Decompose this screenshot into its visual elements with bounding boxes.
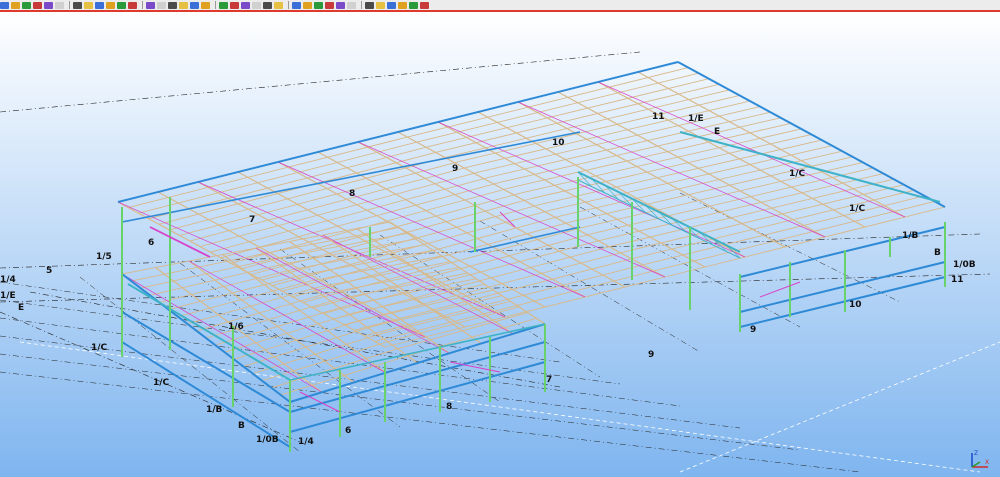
- 3d-viewport[interactable]: 11 1/E E 10 9 8 7 6 1/5 5 1/C 1/C 1/B B …: [0, 12, 1000, 477]
- grid-label: B: [238, 421, 245, 431]
- support-icon[interactable]: [117, 1, 126, 9]
- grid-label: 8: [446, 402, 452, 412]
- report-icon[interactable]: [376, 1, 385, 9]
- line-icon[interactable]: [11, 1, 20, 9]
- view-xy-icon[interactable]: [292, 1, 301, 9]
- help-icon[interactable]: [420, 1, 429, 9]
- grid-label: 6: [148, 238, 154, 248]
- grid-label: 6: [345, 426, 351, 436]
- toolbar-separator: [69, 1, 70, 9]
- bar-icon[interactable]: [106, 1, 115, 9]
- render-icon[interactable]: [336, 1, 345, 9]
- grid-icon[interactable]: [73, 1, 82, 9]
- grid-label: B: [934, 248, 941, 258]
- toolbar-separator: [288, 1, 289, 9]
- view-xz-icon[interactable]: [303, 1, 312, 9]
- section-icon[interactable]: [146, 1, 155, 9]
- grid-label: 1/4: [298, 437, 314, 447]
- grid-label: E: [18, 303, 24, 313]
- axis-gizmo: Z X: [971, 450, 989, 468]
- toolbar-separator: [142, 1, 143, 9]
- undo-icon[interactable]: [219, 1, 228, 9]
- z-axis-label: Z: [974, 450, 978, 457]
- export-icon[interactable]: [398, 1, 407, 9]
- grid-label: 1/6: [228, 322, 244, 332]
- node-icon[interactable]: [95, 1, 104, 9]
- view-yz-icon[interactable]: [314, 1, 323, 9]
- grid-label: 9: [648, 350, 654, 360]
- cut-icon[interactable]: [179, 1, 188, 9]
- paste-icon[interactable]: [201, 1, 210, 9]
- grid-label: 1/C: [789, 169, 806, 179]
- grid-label: 1/B: [206, 405, 223, 415]
- main-toolbar: [0, 0, 1000, 12]
- binoculars-icon[interactable]: [55, 1, 64, 9]
- grid-label: 1/4: [0, 275, 16, 285]
- arrow-icon[interactable]: [22, 1, 31, 9]
- grid-label: 10: [849, 300, 862, 310]
- grid-label: 11: [652, 112, 665, 122]
- copy-icon[interactable]: [190, 1, 199, 9]
- rotate-icon[interactable]: [263, 1, 272, 9]
- settings-icon[interactable]: [409, 1, 418, 9]
- view-3d-icon[interactable]: [274, 1, 283, 9]
- grid-label: 1/C: [91, 343, 108, 353]
- grid-label: 11: [951, 275, 964, 285]
- pen-icon[interactable]: [33, 1, 42, 9]
- eraser-icon[interactable]: [44, 1, 53, 9]
- grid-label: 10: [552, 138, 565, 148]
- grid-label: 5: [46, 266, 52, 276]
- grid-label: 1/E: [688, 114, 704, 124]
- grid-label: 9: [750, 325, 756, 335]
- x-axis-label: X: [985, 459, 989, 466]
- snap-icon[interactable]: [84, 1, 93, 9]
- grid-label: 1/0B: [953, 260, 976, 270]
- grid-label: 9: [452, 164, 458, 174]
- grid-label: 8: [349, 189, 355, 199]
- toolbar-separator: [215, 1, 216, 9]
- pan-icon[interactable]: [252, 1, 261, 9]
- release-icon[interactable]: [157, 1, 166, 9]
- calc-icon[interactable]: [347, 1, 356, 9]
- grid-label: 1/E: [0, 291, 16, 301]
- print-icon[interactable]: [387, 1, 396, 9]
- display-icon[interactable]: [325, 1, 334, 9]
- redo-icon[interactable]: [230, 1, 239, 9]
- select-icon[interactable]: [0, 1, 9, 9]
- structure-model-view[interactable]: 11 1/E E 10 9 8 7 6 1/5 5 1/C 1/C 1/B B …: [0, 12, 1000, 477]
- toolbar-separator: [361, 1, 362, 9]
- offset-icon[interactable]: [168, 1, 177, 9]
- grid-label: 1/C: [849, 204, 866, 214]
- grid-label: 1/5: [96, 252, 112, 262]
- grid-label: 1/C: [153, 378, 170, 388]
- load-icon[interactable]: [128, 1, 137, 9]
- grid-label: E: [714, 127, 720, 137]
- grid-label: 7: [546, 375, 552, 385]
- grid-label: 1/B: [902, 231, 919, 241]
- zoom-icon[interactable]: [241, 1, 250, 9]
- results-icon[interactable]: [365, 1, 374, 9]
- grid-label: 1/0B: [256, 435, 279, 445]
- grid-label: 7: [249, 215, 255, 225]
